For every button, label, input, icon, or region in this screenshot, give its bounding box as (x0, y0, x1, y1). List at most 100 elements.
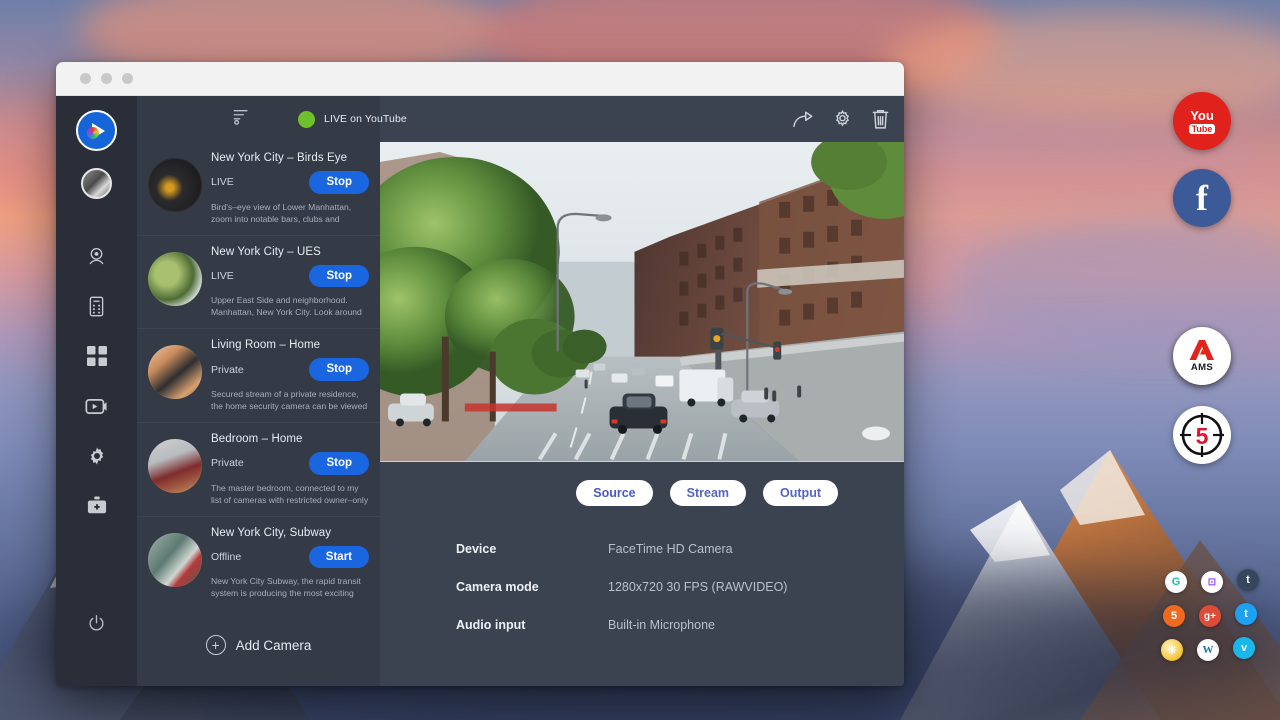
wordpress-icon[interactable]: W (1197, 639, 1219, 661)
camera-title: Bedroom – Home (211, 433, 369, 445)
countdown-number: 5 (1196, 423, 1209, 449)
ams-label: AMS (1191, 362, 1213, 373)
sidebar-item-video[interactable] (74, 383, 120, 429)
camera-thumbnail (148, 158, 202, 212)
tumblr-icon[interactable]: t (1237, 569, 1259, 591)
add-camera-button[interactable]: + Add Camera (137, 609, 380, 655)
camera-description: Upper East Side and neighborhood. Manhat… (211, 294, 369, 319)
camera-list-item[interactable]: Bedroom – Home Private Stop The master b… (137, 423, 380, 517)
live-indicator-dot (298, 111, 315, 128)
camera-thumbnail (148, 533, 202, 587)
info-label: Audio input (456, 618, 608, 632)
minimize-button[interactable] (101, 73, 112, 84)
share-button[interactable] (792, 109, 814, 129)
app-logo[interactable] (76, 110, 117, 151)
add-media-icon (86, 496, 108, 516)
sidebar-item-camera[interactable] (74, 233, 120, 279)
main-toolbar: LIVE on YouTube (380, 96, 904, 142)
twitter-mini-icon[interactable]: t (1235, 603, 1257, 625)
settings-button[interactable] (832, 109, 853, 130)
facebook-dock-glyph: f (1196, 180, 1208, 216)
gear-icon (832, 109, 853, 130)
camera-status: Private (211, 457, 244, 469)
camera-title: Living Room – Home (211, 339, 369, 351)
zoom-button[interactable] (122, 73, 133, 84)
camera-status: Offline (211, 551, 241, 563)
countdown-dock-icon[interactable]: 5 (1173, 406, 1231, 464)
camera-description: Secured stream of a private residence, t… (211, 388, 369, 413)
video-scene (380, 142, 904, 461)
add-camera-label: Add Camera (236, 638, 312, 653)
video-preview[interactable] (380, 142, 904, 462)
camera-action-button[interactable]: Start (309, 546, 369, 569)
camera-list-panel: New York City – Birds Eye LIVE Stop Bird… (137, 96, 380, 686)
camera-action-button[interactable]: Stop (309, 171, 369, 194)
desktop: New York City – Birds Eye LIVE Stop Bird… (0, 0, 1280, 720)
camera-status: LIVE (211, 270, 234, 282)
webcam-icon (86, 246, 107, 267)
five-mini-icon[interactable]: 5 (1163, 605, 1185, 627)
delete-button[interactable] (871, 109, 890, 130)
user-avatar[interactable] (81, 168, 112, 199)
sidebar-item-grid[interactable] (74, 333, 120, 379)
logo-chroma (87, 127, 99, 139)
ams-dock-icon-display[interactable]: AMS (1173, 327, 1231, 385)
camera-list-item[interactable]: New York City – Birds Eye LIVE Stop Bird… (137, 142, 380, 236)
facebook-dock-icon[interactable]: f (1173, 169, 1231, 227)
camera-list-item[interactable]: New York City – UES LIVE Stop Upper East… (137, 236, 380, 330)
mountain-decor (900, 330, 1280, 720)
film-countdown-icon: 5 (1179, 412, 1225, 458)
camera-list-item[interactable]: New York City, Subway Offline Start New … (137, 517, 380, 610)
info-row-device: Device FaceTime HD Camera (456, 542, 904, 556)
sidebar-rail (56, 96, 137, 686)
info-label: Camera mode (456, 580, 608, 594)
info-value[interactable]: Built-in Microphone (608, 618, 715, 632)
share-icon (792, 109, 814, 129)
camera-list-item[interactable]: Living Room – Home Private Stop Secured … (137, 329, 380, 423)
camera-status: LIVE (211, 176, 234, 188)
tab-output[interactable]: Output (763, 480, 838, 506)
camera-thumbnail (148, 252, 202, 306)
camera-thumbnail (148, 345, 202, 399)
sidebar-item-power[interactable] (74, 600, 120, 646)
adobe-a-icon (1188, 339, 1216, 361)
power-icon (87, 614, 106, 633)
camera-title: New York City – UES (211, 246, 369, 258)
camera-action-button[interactable]: Stop (309, 452, 369, 475)
tab-pill-row: Source Stream Output (380, 462, 904, 506)
camera-title: New York City, Subway (211, 527, 369, 539)
youtube-dock-icon[interactable]: You Tube (1173, 92, 1231, 150)
gear-icon (87, 446, 107, 466)
cloud-decor (950, 220, 1280, 350)
filter-icon[interactable] (233, 108, 250, 131)
sunrise-icon[interactable]: ☀ (1161, 639, 1183, 661)
info-value[interactable]: 1280x720 30 FPS (RAWVIDEO) (608, 580, 787, 594)
sidebar-item-device[interactable] (74, 283, 120, 329)
youtube-dock-word-tube: Tube (1189, 124, 1216, 134)
tab-source[interactable]: Source (576, 480, 652, 506)
info-value[interactable]: FaceTime HD Camera (608, 542, 733, 556)
sidebar-item-addmedia[interactable] (74, 483, 120, 529)
camera-list[interactable]: New York City – Birds Eye LIVE Stop Bird… (137, 142, 380, 686)
camera-status: Private (211, 364, 244, 376)
window-body: New York City – Birds Eye LIVE Stop Bird… (56, 96, 904, 686)
plus-circle-icon: + (206, 635, 226, 655)
camera-action-button[interactable]: Stop (309, 265, 369, 288)
source-info-table: Device FaceTime HD Camera Camera mode 12… (380, 506, 904, 656)
camera-action-button[interactable]: Stop (309, 358, 369, 381)
sidebar-item-settings[interactable] (74, 433, 120, 479)
grammarly-icon[interactable]: G (1165, 571, 1187, 593)
toolbar-actions (792, 109, 890, 130)
camera-description: New York City Subway, the rapid transit … (211, 575, 369, 600)
camera-description: Bird's–eye view of Lower Manhattan, zoom… (211, 201, 369, 226)
main-panel: LIVE on YouTube (380, 96, 904, 686)
info-row-camera-mode: Camera mode 1280x720 30 FPS (RAWVIDEO) (456, 580, 904, 594)
google-plus-mini-icon[interactable]: g+ (1199, 605, 1221, 627)
app-window: New York City – Birds Eye LIVE Stop Bird… (56, 62, 904, 686)
vimeo-icon[interactable]: v (1233, 637, 1255, 659)
twitch-icon[interactable]: ⊡ (1201, 571, 1223, 593)
close-button[interactable] (80, 73, 91, 84)
device-icon (87, 296, 106, 317)
tab-stream[interactable]: Stream (670, 480, 746, 506)
camera-description: The master bedroom, connected to my list… (211, 482, 369, 507)
